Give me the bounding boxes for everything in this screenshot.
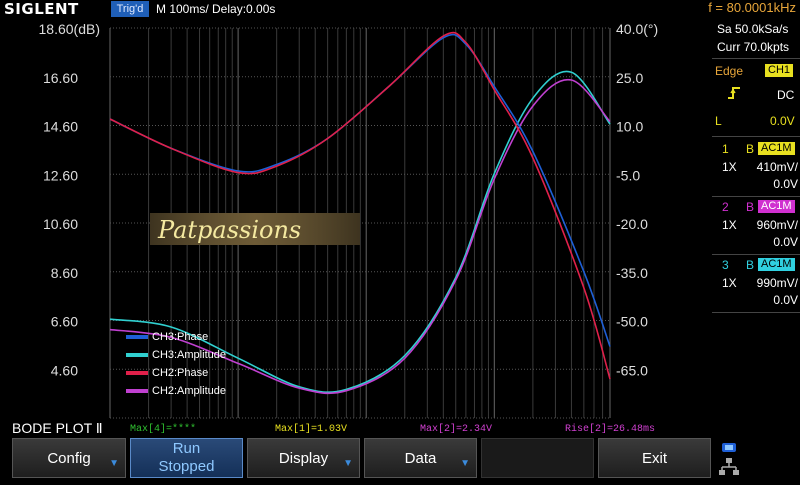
measurement-max-1: Max[1]=1.03V: [275, 424, 348, 435]
watermark-text: Patpassions: [157, 216, 301, 244]
legend-label: CH2:Phase: [152, 367, 208, 379]
coupling-badge: AC1M: [758, 258, 795, 271]
right-axis-label: -35.0: [616, 265, 648, 281]
network-icon: [719, 443, 739, 475]
chevron-down-icon: ▼: [109, 458, 119, 469]
empty-softkey: [481, 438, 594, 478]
trigger-coupling: DC: [777, 88, 795, 102]
memory-depth: Curr 70.0kpts: [717, 40, 790, 54]
measurement-max-2: Max[2]=2.34V: [420, 424, 493, 435]
left-axis-label: 14.60: [43, 119, 78, 135]
trigger-source-badge: CH1: [765, 64, 794, 77]
measurement-max-4: Max[4]=****: [130, 424, 197, 435]
channel-offset: 0.0V: [773, 235, 798, 249]
channel-offset: 0.0V: [773, 293, 798, 307]
probe-ratio: 1X: [722, 160, 737, 174]
right-axis-label: -5.0: [616, 167, 640, 183]
channel-number: 3: [722, 258, 729, 272]
left-axis-label: 18.60(dB): [39, 21, 100, 37]
volts-per-div: 960mV/: [756, 218, 798, 232]
channel-offset: 0.0V: [773, 177, 798, 191]
legend-swatch: [126, 353, 148, 357]
left-axis-label: 4.60: [51, 362, 78, 378]
volts-per-div: 410mV/: [756, 160, 798, 174]
sample-rate: Sa 50.0kSa/s: [717, 22, 789, 36]
bandwidth-limit: B: [746, 258, 755, 272]
volts-per-div: 990mV/: [756, 276, 798, 290]
bandwidth-limit: B: [746, 142, 755, 156]
trigger-type: Edge: [715, 64, 744, 78]
right-axis-label: 40.0(°): [616, 21, 658, 37]
divider: [712, 136, 800, 137]
chevron-down-icon: ▼: [460, 458, 470, 469]
legend-label: CH2:Amplitude: [152, 385, 226, 397]
softkey-label: Display: [278, 449, 329, 467]
right-axis-label: -20.0: [616, 216, 648, 232]
softkey-label: Data: [404, 449, 437, 467]
siglent-logo: SIGLENT: [4, 0, 79, 18]
network-status-area: [716, 440, 800, 480]
frequency-readout: f = 80.0001kHz: [708, 0, 796, 15]
data-softkey[interactable]: Data ▼: [364, 438, 477, 478]
channel-number: 1: [722, 142, 729, 156]
channel-3-info[interactable]: 3 B AC1M 1X 990mV/ 0.0V: [712, 256, 800, 312]
coupling-badge: AC1M: [758, 200, 795, 213]
divider: [712, 254, 800, 255]
channel-number: 2: [722, 200, 729, 214]
left-axis-label: 8.60: [51, 265, 78, 281]
bandwidth-limit: B: [746, 200, 755, 214]
plot-mode-title: BODE PLOT Ⅱ: [12, 420, 103, 436]
display-softkey[interactable]: Display ▼: [247, 438, 360, 478]
legend-label: CH3:Phase: [152, 331, 208, 343]
channel-2-info[interactable]: 2 B AC1M 1X 960mV/ 0.0V: [712, 198, 800, 254]
divider: [712, 58, 800, 59]
probe-ratio: 1X: [722, 218, 737, 232]
exit-softkey[interactable]: Exit: [598, 438, 711, 478]
x-axis-label: 10k: [483, 419, 507, 420]
chevron-down-icon: ▼: [343, 458, 353, 469]
softkey-label: Config: [47, 449, 91, 467]
trigger-status-badge: Trig'd: [111, 1, 149, 17]
coupling-badge: AC1M: [758, 142, 795, 155]
softkey-label: Exit: [641, 449, 667, 467]
left-axis-label: 12.60: [43, 167, 78, 183]
x-axis-label: 80.000kHz: [577, 419, 644, 420]
channel-1-info[interactable]: 1 B AC1M 1X 410mV/ 0.0V: [712, 140, 800, 196]
rising-edge-icon: [727, 86, 741, 103]
measurement-rise-2: Rise[2]=26.48ms: [565, 424, 656, 435]
right-axis-label: 25.0: [616, 70, 643, 86]
trigger-level-label: L: [715, 114, 722, 128]
softkey-label: Run Stopped: [158, 440, 215, 475]
timebase-readout: M 100ms/ Delay:0.00s: [156, 2, 276, 16]
left-axis-label: 16.60: [43, 70, 78, 86]
divider: [712, 196, 800, 197]
legend-label: CH3:Amplitude: [152, 349, 226, 361]
legend-swatch: [126, 389, 148, 393]
left-axis-label: 10.60: [43, 216, 78, 232]
divider: [712, 312, 800, 313]
legend-swatch: [126, 335, 148, 339]
config-softkey[interactable]: Config ▼: [12, 438, 126, 478]
legend-swatch: [126, 371, 148, 375]
x-axis-label: 1k: [359, 419, 375, 420]
right-axis-label: -65.0: [616, 362, 648, 378]
watermark-logo: Patpassions: [150, 213, 360, 245]
trigger-level-value: 0.0V: [770, 114, 795, 128]
right-axis-label: 10.0: [616, 119, 643, 135]
probe-ratio: 1X: [722, 276, 737, 290]
left-axis-label: 6.60: [51, 314, 78, 330]
bode-plot: 18.60(dB) 16.60 14.60 12.60 10.60 8.60 6.60 4.6…: [0, 18, 712, 420]
run-stopped-softkey[interactable]: Run Stopped: [130, 438, 243, 478]
right-axis-label: -50.0: [616, 314, 648, 330]
x-axis-label: 100: [226, 419, 250, 420]
